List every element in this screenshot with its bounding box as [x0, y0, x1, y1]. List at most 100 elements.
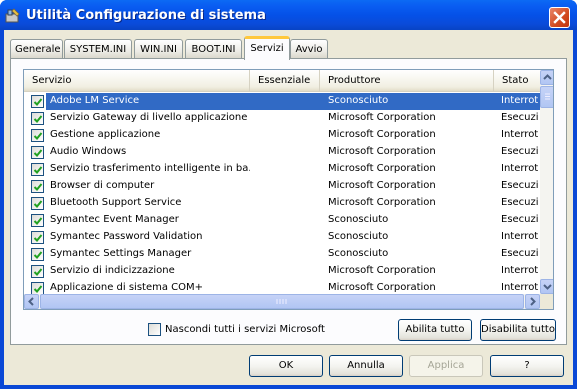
list-header: Servizio Essenziale Produttore Stato: [24, 70, 540, 92]
hide-ms-services-checkbox[interactable]: [148, 323, 161, 336]
service-name-cell: Bluetooth Support Service: [50, 197, 182, 208]
service-status-cell: Interrot: [501, 265, 539, 276]
ok-button[interactable]: OK: [249, 355, 323, 377]
vertical-scroll-thumb[interactable]: [540, 86, 553, 108]
scroll-right-button[interactable]: [525, 294, 540, 309]
apply-button[interactable]: Applica: [409, 355, 483, 377]
table-row[interactable]: Browser di computer Microsoft Corporation…: [24, 178, 540, 195]
chevron-up-icon: [543, 74, 552, 80]
service-checkbox[interactable]: [31, 265, 44, 278]
tools-icon: [5, 8, 20, 23]
grip-icon: [545, 93, 550, 100]
service-status-cell: Esecuzi: [501, 197, 539, 208]
table-row[interactable]: Gestione applicazione Microsoft Corporati…: [24, 127, 540, 144]
cancel-button[interactable]: Annulla: [329, 355, 403, 377]
checkmark-icon: [33, 268, 43, 276]
service-name-cell: Browser di computer: [50, 180, 155, 191]
scroll-left-button[interactable]: [24, 294, 39, 309]
service-name-cell: Audio Windows: [50, 146, 127, 157]
service-status-cell: Esecuzi: [501, 112, 539, 123]
tab-win-ini[interactable]: WIN.INI: [134, 39, 183, 59]
table-row[interactable]: Adobe LM Service Sconosciuto Interrot: [24, 93, 540, 110]
service-status-cell: Esecuzi: [501, 214, 539, 225]
dialog-client-area: Generale SYSTEM.INI WIN.INI BOOT.INI Servizi…: [4, 30, 573, 385]
close-button[interactable]: [549, 7, 570, 28]
service-vendor-cell: Sconosciuto: [328, 248, 389, 259]
service-name-cell: Servizio di indicizzazione: [50, 265, 175, 276]
service-name-cell: Servizio trasferimento intelligente in b…: [50, 163, 250, 174]
service-status-cell: Interrot: [501, 95, 539, 106]
service-status-cell: Interrot: [501, 282, 539, 293]
service-checkbox[interactable]: [31, 214, 44, 227]
checkmark-icon: [33, 98, 43, 106]
service-status-cell: Interrot: [501, 231, 539, 242]
tab-system-ini[interactable]: SYSTEM.INI: [64, 39, 132, 59]
service-name-cell: Gestione applicazione: [50, 129, 161, 140]
service-status-cell: Esecuzi: [501, 180, 539, 191]
chevron-left-icon: [28, 297, 34, 306]
service-vendor-cell: Microsoft Corporation: [328, 112, 436, 123]
service-status-cell: Interrot: [501, 163, 539, 174]
column-header-vendor[interactable]: Produttore: [320, 70, 494, 91]
table-row[interactable]: Symantec Password Validation Sconosciuto I…: [24, 229, 540, 246]
service-status-cell: Interrot: [501, 129, 539, 140]
service-checkbox[interactable]: [31, 248, 44, 261]
scrollbar-corner: [540, 294, 553, 309]
tab-servizi[interactable]: Servizi: [244, 36, 290, 60]
checkmark-icon: [33, 251, 43, 259]
table-row[interactable]: Servizio trasferimento intelligente in b…: [24, 161, 540, 178]
checkmark-icon: [33, 183, 43, 191]
service-name-cell: Adobe LM Service: [50, 95, 140, 106]
service-status-cell: Esecuzi: [501, 146, 539, 157]
table-row[interactable]: Servizio Gateway di livello applicazione…: [24, 110, 540, 127]
table-row[interactable]: Bluetooth Support Service Microsoft Corpo…: [24, 195, 540, 212]
table-row[interactable]: Symantec Event Manager Sconosciuto Esecuzi: [24, 212, 540, 229]
horizontal-scroll-thumb[interactable]: [40, 294, 524, 309]
checkmark-icon: [33, 200, 43, 208]
services-list[interactable]: Servizio Essenziale Produttore Stato Ado…: [23, 69, 554, 310]
disable-all-button[interactable]: Disabilita tutto: [480, 319, 556, 341]
service-vendor-cell: Microsoft Corporation: [328, 129, 436, 140]
tab-generale[interactable]: Generale: [10, 39, 63, 59]
horizontal-scrollbar[interactable]: [24, 294, 540, 309]
vertical-scrollbar[interactable]: [540, 70, 553, 294]
services-tab-panel: Servizio Essenziale Produttore Stato Ado…: [10, 58, 567, 345]
enable-all-button[interactable]: Abilita tutto: [398, 319, 472, 341]
tab-avvio[interactable]: Avvio: [290, 39, 328, 59]
service-name-cell: Symantec Event Manager: [50, 214, 179, 225]
service-vendor-cell: Sconosciuto: [328, 95, 389, 106]
service-checkbox[interactable]: [31, 146, 44, 159]
service-vendor-cell: Microsoft Corporation: [328, 282, 436, 293]
chevron-down-icon: [543, 284, 552, 290]
checkmark-icon: [33, 132, 43, 140]
checkmark-icon: [33, 234, 43, 242]
checkmark-icon: [33, 285, 43, 293]
service-checkbox[interactable]: [31, 95, 44, 108]
service-checkbox[interactable]: [31, 129, 44, 142]
service-checkbox[interactable]: [31, 197, 44, 210]
service-checkbox[interactable]: [31, 112, 44, 125]
scroll-up-button[interactable]: [540, 70, 553, 85]
table-row[interactable]: Audio Windows Microsoft Corporation Esecuz…: [24, 144, 540, 161]
chevron-right-icon: [530, 297, 536, 306]
table-row[interactable]: Servizio di indicizzazione Microsoft Corp…: [24, 263, 540, 280]
service-checkbox[interactable]: [31, 231, 44, 244]
checkmark-icon: [33, 217, 43, 225]
checkmark-icon: [33, 166, 43, 174]
table-row[interactable]: Symantec Settings Manager Sconosciuto Esec…: [24, 246, 540, 263]
service-name-cell: Symantec Password Validation: [50, 231, 203, 242]
tab-boot-ini[interactable]: BOOT.INI: [185, 39, 242, 59]
help-button[interactable]: ?: [490, 355, 564, 377]
window-title: Utilità Configurazione di sistema: [26, 8, 266, 23]
column-header-service[interactable]: Servizio: [24, 70, 250, 91]
service-vendor-cell: Microsoft Corporation: [328, 163, 436, 174]
service-checkbox[interactable]: [31, 163, 44, 176]
scroll-down-button[interactable]: [540, 279, 553, 294]
column-header-status[interactable]: Stato: [494, 70, 540, 91]
column-header-essential[interactable]: Essenziale: [250, 70, 320, 91]
checkmark-icon: [33, 115, 43, 123]
service-vendor-cell: Microsoft Corporation: [328, 265, 436, 276]
service-checkbox[interactable]: [31, 180, 44, 193]
title-bar[interactable]: Utilità Configurazione di sistema: [0, 0, 577, 30]
hide-ms-services-label[interactable]: Nascondi tutti i servizi Microsoft: [165, 324, 325, 335]
